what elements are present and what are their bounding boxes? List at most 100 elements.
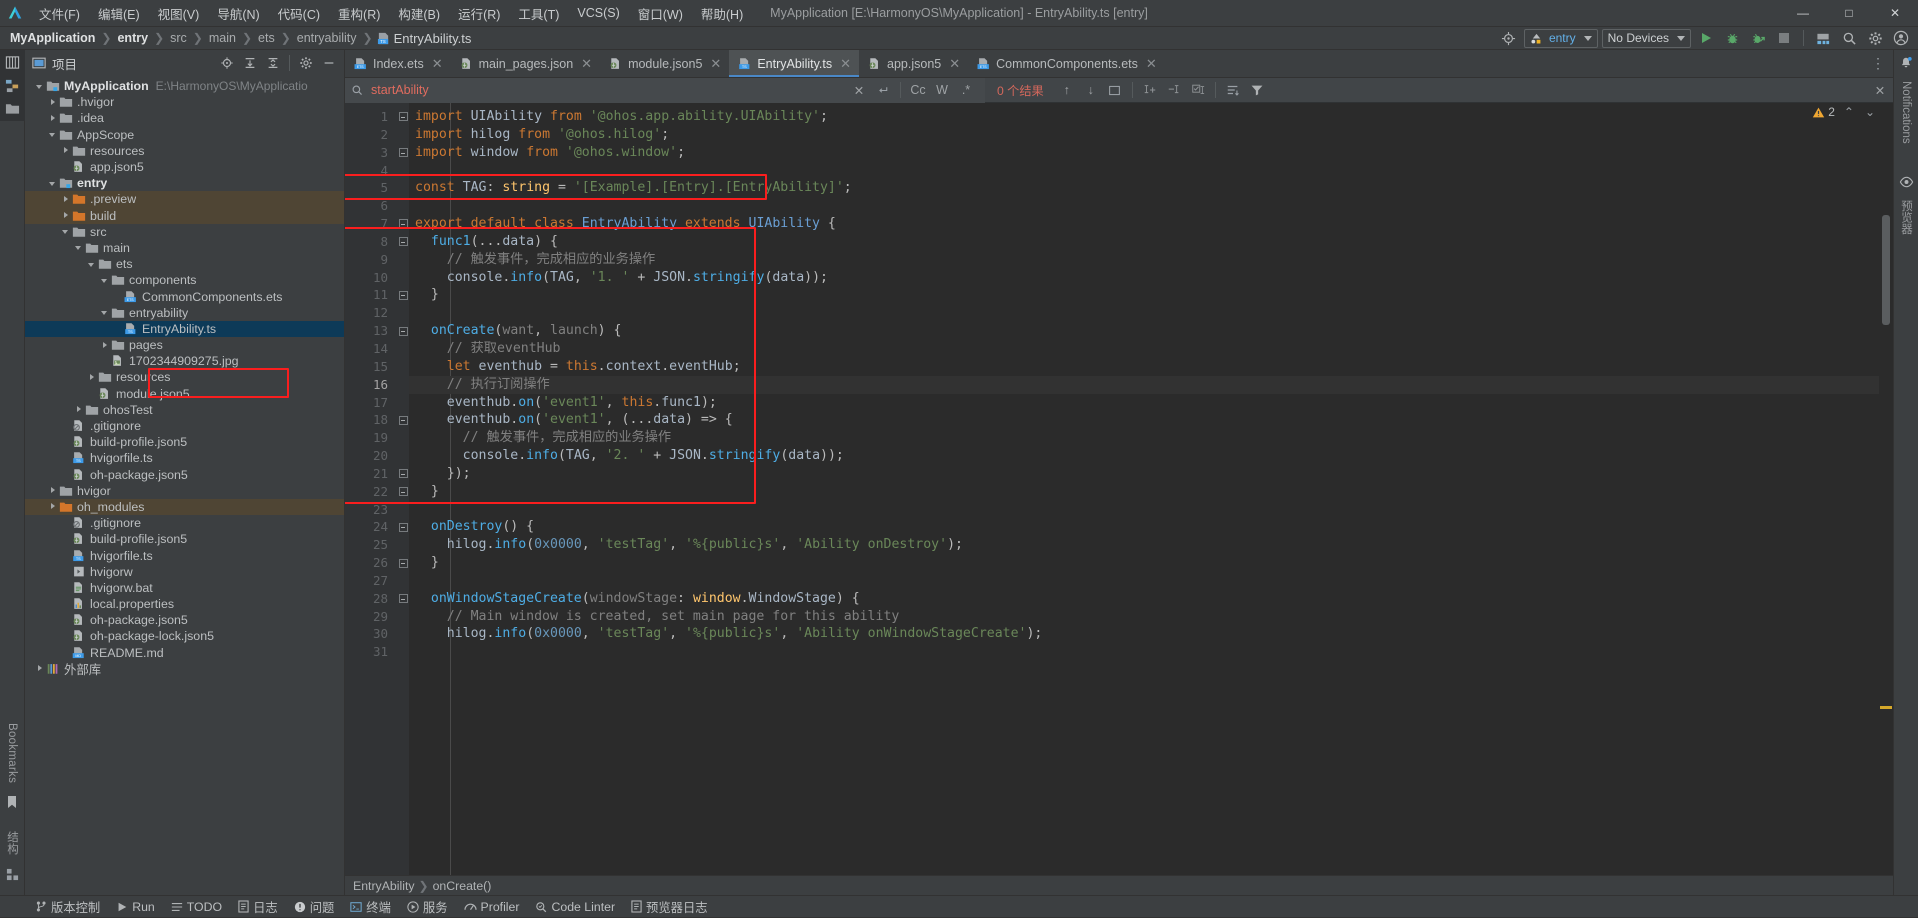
breadcrumb-src[interactable]: src [168, 31, 189, 45]
tree-node-hvigorw[interactable]: hvigorw [25, 564, 344, 580]
next-problem-icon[interactable]: ⌄ [1865, 105, 1875, 119]
tool-window-todo[interactable]: TODO [164, 898, 229, 916]
breadcrumb-project[interactable]: MyApplication [8, 31, 97, 45]
collapse-all-icon[interactable] [262, 53, 284, 73]
tool-window-run[interactable]: Run [109, 898, 162, 916]
close-tab-icon[interactable]: ✕ [710, 56, 721, 72]
debug-button[interactable] [1721, 28, 1743, 48]
code-line[interactable]: func1(...data) { [409, 233, 1893, 251]
code-line[interactable]: eventhub.on('event1', (...data) => { [409, 411, 1893, 429]
tree-node-1702344909275-jpg[interactable]: 1702344909275.jpg [25, 353, 344, 369]
close-tab-icon[interactable]: ✕ [949, 56, 960, 72]
code-line[interactable]: // 触发事件，完成相应的业务操作 [409, 251, 1893, 269]
code-line[interactable] [409, 572, 1893, 590]
editor-tab-entryability-ts[interactable]: TS EntryAbility.ts ✕ [729, 50, 860, 77]
chevron-right-icon[interactable] [61, 145, 72, 156]
code-line[interactable] [409, 162, 1893, 180]
menu-bar[interactable]: 文件(F) 编辑(E) 视图(V) 导航(N) 代码(C) 重构(R) 构建(B… [30, 1, 752, 26]
device-selector[interactable]: No Devices [1601, 28, 1691, 48]
code-line[interactable] [409, 304, 1893, 322]
chevron-down-icon[interactable] [87, 259, 98, 270]
tree-node-myapplication[interactable]: MyApplication E:\HarmonyOS\MyApplicatio [25, 78, 344, 94]
menu-run[interactable]: 运行(R) [449, 1, 509, 26]
chevron-down-icon[interactable] [61, 226, 72, 237]
previewer-eye-icon[interactable] [1897, 173, 1915, 191]
fold-toggle-icon[interactable] [397, 411, 409, 429]
code-line[interactable]: console.info(TAG, '2. ' + JSON.stringify… [409, 447, 1893, 465]
tree-node-ohostest[interactable]: ohosTest [25, 402, 344, 418]
tool-window--[interactable]: 版本控制 [28, 896, 107, 918]
menu-window[interactable]: 窗口(W) [629, 1, 692, 26]
code-line[interactable]: let eventhub = this.context.eventHub; [409, 358, 1893, 376]
remove-selection-icon[interactable] [1163, 80, 1185, 100]
run-configuration-selector[interactable]: entry [1523, 28, 1598, 48]
tree-node-readme-md[interactable]: MD README.md [25, 645, 344, 661]
code-line[interactable]: // Main window is created, set main page… [409, 608, 1893, 626]
code-line[interactable] [409, 197, 1893, 215]
fold-toggle-icon[interactable] [397, 590, 409, 608]
chevron-right-icon[interactable] [48, 113, 59, 124]
chevron-down-icon[interactable] [35, 81, 46, 92]
code-line[interactable]: import UIAbility from '@ohos.app.ability… [409, 108, 1893, 126]
tool-window-bar[interactable]: 版本控制 Run TODO 日志 问题 终端 服务 Profiler Code Linter 预览… [0, 895, 1918, 917]
rail-structure-label[interactable]: 结构 [4, 825, 20, 861]
search-icon[interactable] [1838, 28, 1860, 48]
code-editor[interactable]: 1 2 3 4 5 6 7 8 9 10 11 12 13 14 15 16 17 18 19 20 21 22 23 24 2… [345, 103, 1893, 875]
tool-window--[interactable]: 预览器日志 [624, 896, 715, 918]
menu-build[interactable]: 构建(B) [389, 1, 449, 26]
tree-node-oh-package-lock-json5[interactable]: oh-package-lock.json5 [25, 628, 344, 644]
fold-toggle-icon[interactable] [397, 233, 409, 251]
chevron-right-icon[interactable] [48, 501, 59, 512]
fold-toggle-icon[interactable] [397, 108, 409, 126]
close-tab-icon[interactable]: ✕ [581, 56, 592, 72]
close-tab-icon[interactable]: ✕ [432, 56, 443, 72]
tree-node-src[interactable]: src [25, 224, 344, 240]
chevron-down-icon[interactable] [74, 242, 85, 253]
menu-tools[interactable]: 工具(T) [509, 1, 568, 26]
breadcrumb-ets[interactable]: ets [256, 31, 277, 45]
tree-node--gitignore[interactable]: .gitignore [25, 515, 344, 531]
right-tool-rail[interactable]: Notifications 预览器 [1893, 50, 1918, 895]
fold-toggle-icon[interactable] [397, 465, 409, 483]
tree-node--hvigor[interactable]: .hvigor [25, 94, 344, 110]
tree-node-oh-package-json5[interactable]: oh-package.json5 [25, 612, 344, 628]
hide-panel-icon[interactable] [318, 53, 340, 73]
code-line[interactable]: onCreate(want, launch) { [409, 322, 1893, 340]
tree-node-hvigorfile-ts[interactable]: TS hvigorfile.ts [25, 547, 344, 563]
left-tool-rail[interactable]: Bookmarks 结构 [0, 50, 25, 895]
prev-problem-icon[interactable]: ⌃ [1844, 105, 1854, 119]
code-line[interactable]: } [409, 286, 1893, 304]
breadcrumb-entryability[interactable]: entryability [295, 31, 359, 45]
editor-breadcrumb[interactable]: EntryAbility ❯ onCreate() [345, 875, 1893, 895]
tree-node-ets[interactable]: ets [25, 256, 344, 272]
new-line-icon[interactable] [872, 80, 894, 100]
tool-window--[interactable]: 日志 [231, 896, 285, 918]
menu-refactor[interactable]: 重构(R) [329, 1, 389, 26]
tool-window-code-linter[interactable]: Code Linter [528, 898, 622, 916]
code-line[interactable] [409, 643, 1893, 661]
code-line[interactable]: hilog.info(0x0000, 'testTag', '%{public}… [409, 536, 1893, 554]
chevron-right-icon[interactable] [100, 340, 111, 351]
structure-icon[interactable] [3, 865, 21, 883]
chevron-right-icon[interactable] [35, 663, 46, 674]
close-find-bar-icon[interactable]: ✕ [1869, 80, 1891, 100]
match-case-toggle[interactable]: Cc [907, 80, 929, 100]
tree-node-entryability-ts[interactable]: TS EntryAbility.ts [25, 320, 344, 337]
code-line[interactable]: hilog.info(0x0000, 'testTag', '%{public}… [409, 625, 1893, 643]
tool-window--[interactable]: 服务 [400, 896, 455, 918]
code-line[interactable]: } [409, 483, 1893, 501]
tree-node-build-profile-json5[interactable]: build-profile.json5 [25, 434, 344, 450]
menu-code[interactable]: 代码(C) [269, 1, 329, 26]
close-tab-icon[interactable]: ✕ [1146, 56, 1157, 72]
tree-node-app-json5[interactable]: app.json5 [25, 159, 344, 175]
tool-window--[interactable]: 问题 [287, 896, 342, 918]
attach-debugger-button[interactable] [1747, 28, 1769, 48]
code-line[interactable]: const TAG: string = '[Example].[Entry].[… [409, 179, 1893, 197]
tree-node-resources[interactable]: resources [25, 369, 344, 385]
project-tree[interactable]: MyApplication E:\HarmonyOS\MyApplicatio .h… [25, 76, 344, 895]
tool-window--[interactable]: 终端 [343, 896, 398, 918]
tree-node-oh-modules[interactable]: oh_modules [25, 498, 344, 516]
breadcrumb-main[interactable]: main [207, 31, 238, 45]
code-line[interactable]: onDestroy() { [409, 518, 1893, 536]
run-button[interactable] [1695, 28, 1717, 48]
